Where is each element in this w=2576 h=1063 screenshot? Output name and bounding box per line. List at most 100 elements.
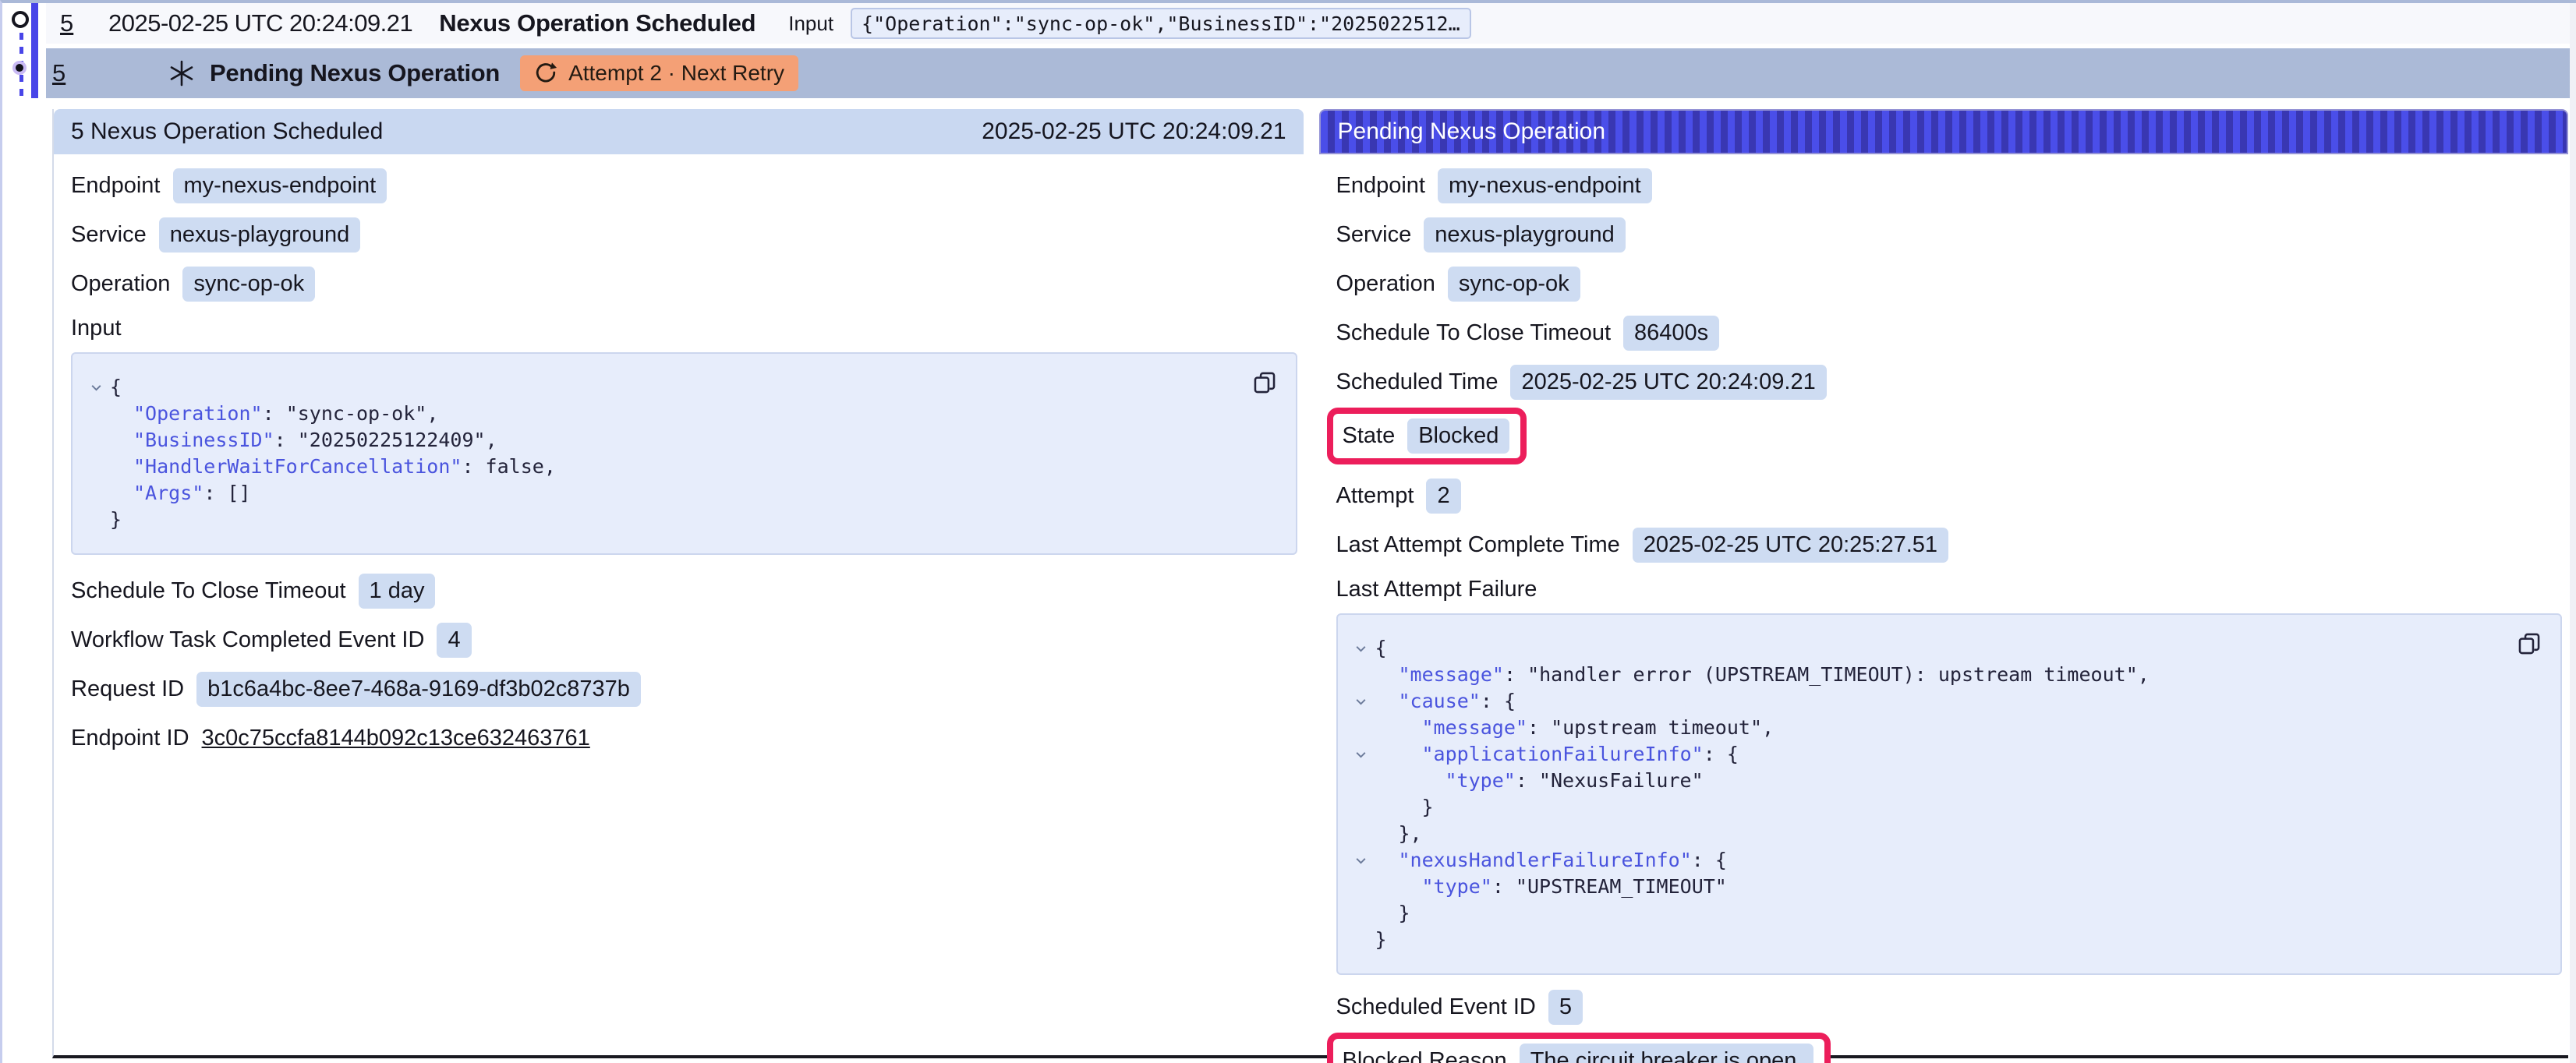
copy-icon[interactable] [1249,368,1280,399]
field-value-badge: 4 [437,623,471,658]
field-label: Scheduled Event ID [1336,994,1536,1020]
field-value-badge: 2025-02-25 UTC 20:24:09.21 [1510,365,1826,400]
code-line-text: } [110,507,122,533]
retry-attempt-badge: Attempt 2 · Next Retry [520,55,798,91]
filled-dot-marker-icon [12,61,27,75]
field-value-badge: 5 [1548,990,1583,1025]
field-schedule-to-close-timeout: Schedule To Close Timeout 86400s [1336,315,2569,351]
blocked-reason-value-badge: The circuit breaker is open. [1520,1044,1814,1063]
chevron-down-icon[interactable] [1347,854,1375,867]
pending-event-title: Pending Nexus Operation [210,59,500,87]
field-operation: Operation sync-op-ok [71,266,1304,302]
field-label: Request ID [71,676,184,702]
input-section-label: Input [71,316,1304,341]
code-line-text: "Operation": "sync-op-ok", [110,401,438,427]
field-value-badge: 2025-02-25 UTC 20:25:27.51 [1633,528,1948,563]
field-value-badge: nexus-playground [159,217,361,253]
field-value-badge: my-nexus-endpoint [1438,168,1652,203]
field-value-badge: nexus-playground [1424,217,1626,253]
field-value-badge: sync-op-ok [1448,267,1580,302]
refresh-retry-icon [534,62,557,85]
code-line-text: } [1375,794,1434,821]
scheduled-panel-header: 5 Nexus Operation Scheduled 2025-02-25 U… [54,109,1304,154]
field-endpoint-id: Endpoint ID 3c0c75ccfa8144b092c13ce63246… [71,720,1304,756]
field-label: Service [71,222,147,248]
field-label: Schedule To Close Timeout [71,578,346,604]
retry-badge-label: Attempt 2 · Next Retry [568,61,784,86]
chevron-down-icon[interactable] [1347,748,1375,761]
field-label: Attempt [1336,483,1414,509]
field-endpoint: Endpoint my-nexus-endpoint [71,168,1304,203]
field-request-id: Request ID b1c6a4bc-8ee7-468a-9169-df3b0… [71,671,1304,707]
event-timeline-gutter [2,3,48,104]
event-row-nexus-operation-scheduled[interactable]: 5 2025-02-25 UTC 20:24:09.21 Nexus Opera… [46,3,2570,44]
scheduled-panel-timestamp: 2025-02-25 UTC 20:24:09.21 [982,118,1286,145]
event-history-rows: 5 2025-02-25 UTC 20:24:09.21 Nexus Opera… [46,3,2570,98]
field-value-badge: 1 day [359,574,436,609]
field-value-badge: 2 [1426,479,1460,514]
field-label: Last Attempt Complete Time [1336,532,1620,558]
field-label: Scheduled Time [1336,369,1499,395]
state-highlight-box: State Blocked [1327,408,1527,464]
field-label: Schedule To Close Timeout [1336,320,1612,346]
field-label: Blocked Reason [1343,1048,1507,1063]
code-line-text: "HandlerWaitForCancellation": false, [110,454,556,480]
failure-json-viewer: {"message": "handler error (UPSTREAM_TIM… [1336,613,2563,975]
field-service: Service nexus-playground [1336,217,2569,253]
code-line-text: "nexusHandlerFailureInfo": { [1375,847,1727,874]
code-line-text: "applicationFailureInfo": { [1375,741,1739,768]
code-line-text: "message": "handler error (UPSTREAM_TIME… [1375,662,2150,688]
blocked-reason-highlight-box: Blocked Reason The circuit breaker is op… [1327,1033,1831,1063]
state-value-badge: Blocked [1407,418,1509,454]
field-label: Endpoint [71,173,161,199]
code-line-text: }, [1375,821,1422,847]
input-json-viewer: {"Operation": "sync-op-ok","BusinessID":… [71,352,1297,555]
pending-asterisk-icon [168,59,196,87]
code-line-text: { [110,374,122,401]
event-timestamp: 2025-02-25 UTC 20:24:09.21 [108,9,412,37]
field-label: Operation [1336,271,1435,297]
copy-icon[interactable] [2514,629,2545,660]
pending-panel-header: Pending Nexus Operation [1319,109,2569,154]
input-json-preview: {"Operation":"sync-op-ok","BusinessID":"… [851,8,1471,39]
field-workflow-task-completed-event-id: Workflow Task Completed Event ID 4 [71,622,1304,658]
field-state-highlighted: State Blocked [1327,408,2569,464]
code-line-text: } [1375,927,1387,953]
code-line-text: } [1375,900,1410,927]
field-label: State [1343,423,1396,449]
event-details-area: 5 Nexus Operation Scheduled 2025-02-25 U… [52,109,2568,1058]
field-scheduled-time: Scheduled Time 2025-02-25 UTC 20:24:09.2… [1336,364,2569,400]
code-line-text: { [1375,635,1387,662]
workflow-event-history-page: 5 2025-02-25 UTC 20:24:09.21 Nexus Opera… [0,0,2576,1063]
scheduled-panel-title: 5 Nexus Operation Scheduled [71,118,383,145]
code-line-text: "cause": { [1375,688,1516,715]
field-attempt: Attempt 2 [1336,478,2569,514]
code-line-text: "type": "NexusFailure" [1375,768,1704,794]
chevron-down-icon[interactable] [1347,642,1375,655]
chevron-down-icon[interactable] [1347,695,1375,708]
field-value-badge: my-nexus-endpoint [173,168,387,203]
field-value-badge: sync-op-ok [182,267,315,302]
timeline-active-bar [31,3,38,98]
event-id-link[interactable]: 5 [52,59,80,87]
field-label: Endpoint ID [71,726,189,751]
field-value-badge: 86400s [1623,316,1719,351]
scheduled-event-panel: 5 Nexus Operation Scheduled 2025-02-25 U… [54,109,1304,1055]
event-row-pending-nexus-operation[interactable]: 5 Pending Nexus Operation Attempt 2 · Ne… [46,48,2570,98]
open-circle-marker-icon [12,11,29,28]
event-id-link[interactable]: 5 [60,9,88,37]
chevron-down-icon[interactable] [82,381,110,394]
field-service: Service nexus-playground [71,217,1304,253]
scrollbar-track[interactable] [2570,3,2576,1063]
field-label: Service [1336,222,1412,248]
field-blocked-reason-highlighted: Blocked Reason The circuit breaker is op… [1327,1033,2569,1063]
pending-operation-panel: Pending Nexus Operation Endpoint my-nexu… [1319,109,2569,1055]
field-label: Endpoint [1336,173,1426,199]
code-line-text: "Args": [] [110,480,251,507]
code-line-text: "type": "UPSTREAM_TIMEOUT" [1375,874,1727,900]
event-title: Nexus Operation Scheduled [439,9,755,37]
endpoint-id-link[interactable]: 3c0c75ccfa8144b092c13ce632463761 [202,721,590,756]
input-label: Input [788,12,833,36]
field-label: Workflow Task Completed Event ID [71,627,424,653]
field-endpoint: Endpoint my-nexus-endpoint [1336,168,2569,203]
